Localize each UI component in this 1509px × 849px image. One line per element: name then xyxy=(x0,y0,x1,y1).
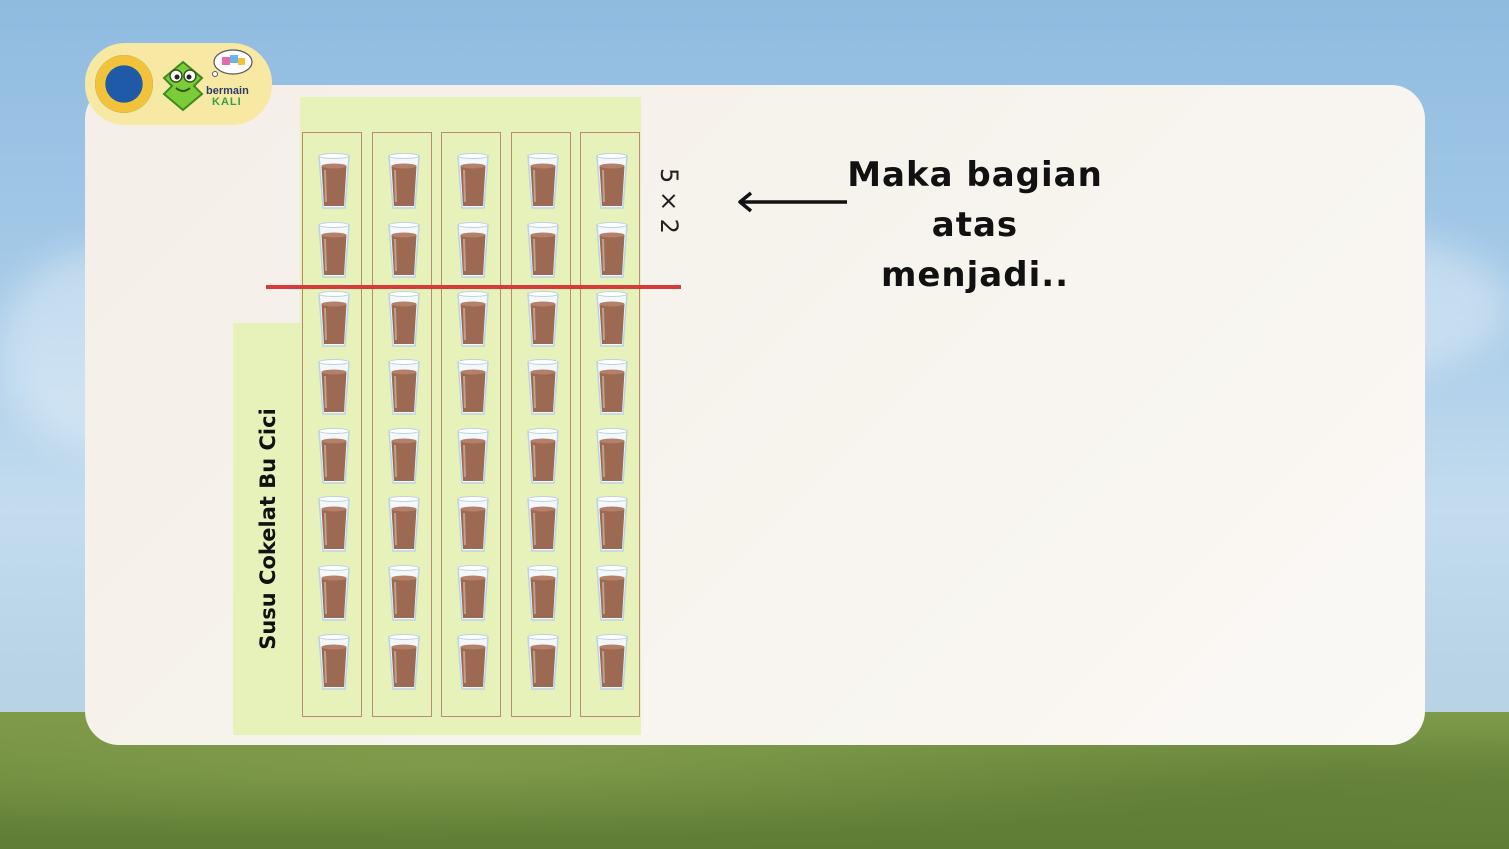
chocolate-milk-glass-icon xyxy=(314,427,354,487)
chocolate-milk-glass-icon xyxy=(523,358,563,418)
chocolate-milk-glass-icon xyxy=(314,633,354,693)
chocolate-milk-glass-icon xyxy=(592,152,632,212)
caption-line-1: Maka bagian xyxy=(847,155,1103,195)
thought-bubble-blocks-icon xyxy=(212,49,253,77)
chocolate-milk-glass-icon xyxy=(314,358,354,418)
chocolate-milk-glass-icon xyxy=(592,358,632,418)
chocolate-milk-glass-icon xyxy=(523,495,563,555)
chocolate-milk-glass-icon xyxy=(384,358,424,418)
chocolate-milk-glass-icon xyxy=(453,221,493,281)
green-mascot-icon xyxy=(162,60,204,112)
multiplication-expression: 5 × 2 xyxy=(655,168,683,234)
chocolate-milk-glass-icon xyxy=(314,152,354,212)
divider-line xyxy=(266,285,681,289)
chocolate-milk-glass-icon xyxy=(523,290,563,350)
chocolate-milk-glass-icon xyxy=(523,633,563,693)
chocolate-milk-glass-icon xyxy=(523,564,563,624)
chocolate-milk-glass-icon xyxy=(592,633,632,693)
chocolate-milk-glass-icon xyxy=(384,290,424,350)
chocolate-milk-glass-icon xyxy=(384,152,424,212)
chocolate-milk-glass-icon xyxy=(592,427,632,487)
chocolate-milk-glass-icon xyxy=(384,564,424,624)
chocolate-milk-glass-icon xyxy=(314,495,354,555)
chocolate-milk-glass-icon xyxy=(453,564,493,624)
chocolate-milk-glass-icon xyxy=(453,427,493,487)
chocolate-milk-glass-icon xyxy=(523,152,563,212)
glass-column xyxy=(372,132,432,717)
chocolate-milk-glass-icon xyxy=(453,290,493,350)
caption: Maka bagian atas menjadi.. xyxy=(840,150,1110,300)
chocolate-milk-glass-icon xyxy=(314,564,354,624)
chocolate-milk-glass-icon xyxy=(384,221,424,281)
glass-column xyxy=(580,132,640,717)
chocolate-milk-glass-icon xyxy=(453,495,493,555)
brand-wordmark: bermain KALI xyxy=(206,86,249,108)
brand-line-2: KALI xyxy=(212,96,242,108)
chocolate-milk-glass-icon xyxy=(384,633,424,693)
glass-column xyxy=(511,132,571,717)
chocolate-milk-glass-icon xyxy=(523,221,563,281)
diagram-label: Susu Cokelat Bu Cici xyxy=(256,408,280,650)
left-arrow-icon xyxy=(738,191,847,213)
glass-column xyxy=(302,132,362,717)
chocolate-milk-glass-icon xyxy=(384,427,424,487)
chocolate-milk-glass-icon xyxy=(453,152,493,212)
chocolate-milk-glass-icon xyxy=(453,633,493,693)
chocolate-milk-glass-icon xyxy=(592,221,632,281)
chocolate-milk-glass-icon xyxy=(314,221,354,281)
chocolate-milk-glass-icon xyxy=(523,427,563,487)
caption-line-2: atas menjadi.. xyxy=(880,205,1070,295)
chocolate-milk-glass-icon xyxy=(592,290,632,350)
chocolate-milk-glass-icon xyxy=(592,564,632,624)
chocolate-milk-glass-icon xyxy=(314,290,354,350)
chocolate-milk-glass-icon xyxy=(384,495,424,555)
ministry-emblem-icon xyxy=(95,55,153,113)
glass-column xyxy=(441,132,501,717)
chocolate-milk-glass-icon xyxy=(453,358,493,418)
chocolate-milk-glass-icon xyxy=(592,495,632,555)
